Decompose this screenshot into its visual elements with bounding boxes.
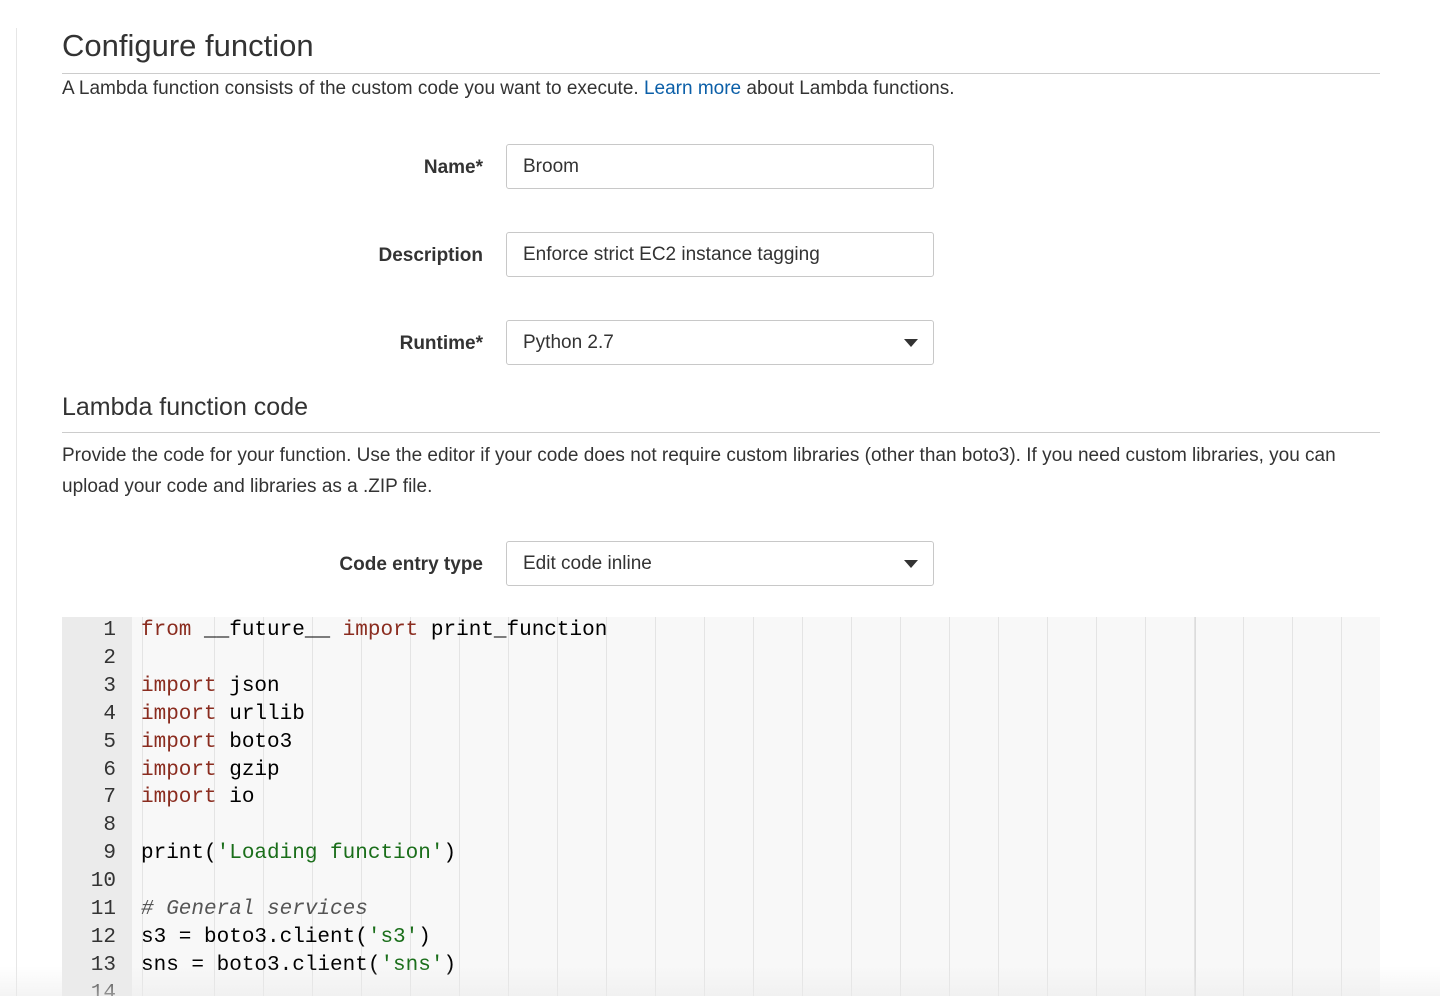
caret-down-icon: [904, 339, 918, 347]
line-number: 9: [103, 842, 116, 866]
code-token: gzip: [216, 758, 280, 782]
intro-text-after: about Lambda functions.: [746, 78, 955, 99]
code-token: 'sns': [380, 953, 444, 977]
line-number: 13: [90, 953, 116, 977]
line-number: 5: [103, 730, 116, 754]
code-text: import urllib: [141, 701, 305, 729]
code-token: import: [141, 758, 217, 782]
intro-text: A Lambda function consists of the custom…: [62, 78, 955, 100]
code-text: from __future__ import print_function: [141, 617, 607, 645]
name-label: Name*: [423, 157, 483, 178]
line-number: 3: [103, 674, 116, 698]
caret-down-icon: [904, 560, 918, 568]
code-line[interactable]: 14: [62, 980, 1380, 996]
line-number: 7: [103, 786, 116, 810]
code-token: io: [216, 786, 255, 810]
code-token: urllib: [216, 702, 305, 726]
code-text: import json: [141, 673, 280, 701]
line-number: 8: [103, 814, 116, 838]
line-number: 10: [90, 870, 116, 894]
learn-more-link[interactable]: Learn more: [644, 78, 741, 99]
left-divider: [16, 28, 17, 996]
code-line[interactable]: 9 print('Loading function'): [62, 840, 1380, 868]
description-label: Description: [378, 245, 483, 266]
code-token: print_function: [418, 619, 608, 642]
code-line[interactable]: 1 from __future__ import print_function: [62, 617, 1380, 645]
code-token: 's3': [367, 925, 419, 949]
code-token: sns = boto3.client(: [141, 953, 381, 977]
code-token: 'Loading function': [216, 842, 444, 866]
description-input[interactable]: [506, 232, 934, 277]
code-token: import: [141, 730, 217, 754]
code-section-divider: [62, 432, 1380, 433]
runtime-select[interactable]: Python 2.7: [506, 320, 934, 365]
code-text: import boto3: [141, 729, 292, 757]
code-token: s3 = boto3.client(: [141, 925, 368, 949]
code-line[interactable]: 6 import gzip: [62, 757, 1380, 785]
code-token: boto3: [216, 730, 293, 754]
code-section-title: Lambda function code: [62, 393, 309, 421]
code-token: ): [418, 925, 431, 949]
code-line[interactable]: 11 # General services: [62, 896, 1380, 924]
code-entry-type-label: Code entry type: [339, 554, 483, 575]
code-entry-type-selected-value: Edit code inline: [523, 553, 652, 574]
code-line[interactable]: 13 sns = boto3.client('sns'): [62, 952, 1380, 980]
code-token: print(: [141, 842, 217, 866]
line-number: 2: [103, 646, 116, 670]
runtime-label: Runtime*: [399, 333, 483, 354]
code-token: import: [141, 786, 217, 810]
page-title: Configure function: [62, 28, 314, 63]
line-number: 12: [90, 925, 116, 949]
code-entry-type-select[interactable]: Edit code inline: [506, 541, 934, 586]
code-text: print('Loading function'): [141, 840, 456, 868]
code-token: import: [141, 702, 217, 726]
code-editor[interactable]: 1 from __future__ import print_function 2 3…: [62, 617, 1380, 996]
code-text: # General services: [141, 896, 368, 924]
line-number: 6: [103, 758, 116, 782]
code-text: sns = boto3.client('sns'): [141, 952, 456, 980]
code-token: import: [342, 619, 419, 642]
code-token: # General services: [141, 898, 368, 921]
configure-function-page: Configure function A Lambda function con…: [0, 0, 1440, 996]
code-token: json: [216, 674, 280, 698]
code-line[interactable]: 7 import io: [62, 784, 1380, 812]
code-line[interactable]: 8: [62, 812, 1380, 840]
code-line[interactable]: 4 import urllib: [62, 701, 1380, 729]
line-number: 11: [90, 898, 116, 921]
code-section-description: Provide the code for your function. Use …: [62, 445, 1336, 497]
code-token: ): [443, 842, 457, 866]
intro-text-before: A Lambda function consists of the custom…: [62, 78, 639, 99]
line-number: 14: [90, 981, 116, 996]
code-text: s3 = boto3.client('s3'): [141, 924, 431, 952]
code-text: import io: [141, 784, 254, 812]
code-token: __future__: [191, 619, 343, 642]
line-number: 4: [103, 702, 116, 726]
title-divider: [62, 73, 1380, 74]
name-input[interactable]: [506, 144, 934, 189]
code-line[interactable]: 5 import boto3: [62, 729, 1380, 757]
code-text: import gzip: [141, 757, 280, 785]
code-token: from: [141, 619, 192, 642]
code-line[interactable]: 12 s3 = boto3.client('s3'): [62, 924, 1380, 952]
code-token: import: [141, 674, 217, 698]
code-line[interactable]: 10: [62, 868, 1380, 896]
line-number: 1: [103, 619, 116, 642]
code-line[interactable]: 2: [62, 645, 1380, 673]
code-line[interactable]: 3 import json: [62, 673, 1380, 701]
runtime-selected-value: Python 2.7: [523, 332, 614, 353]
code-token: ): [443, 953, 457, 977]
